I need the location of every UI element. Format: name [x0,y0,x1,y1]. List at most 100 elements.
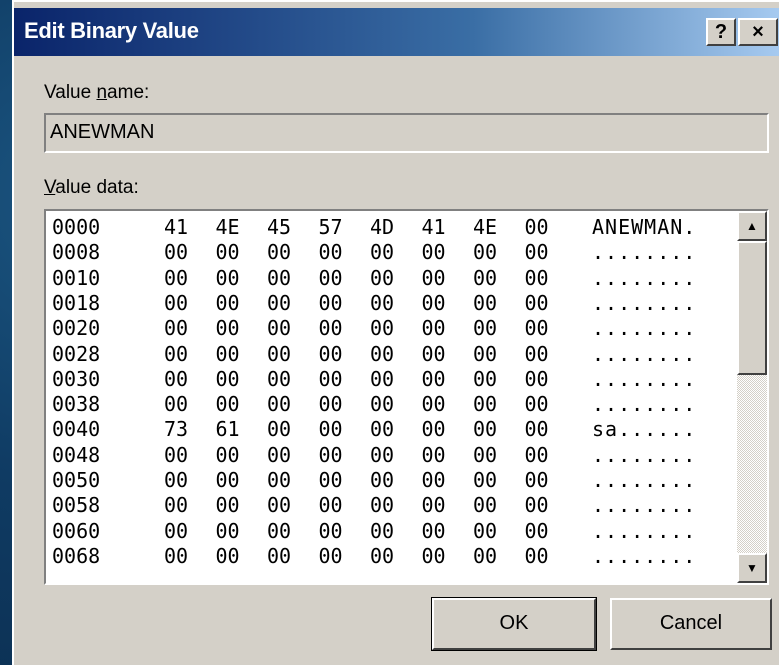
down-arrow-icon[interactable]: ▼ [737,553,767,583]
hex-row[interactable]: 0018 00 00 00 00 00 00 00 00........ [52,291,732,316]
hex-byte[interactable]: 00 [473,291,497,315]
hex-byte[interactable]: 00 [370,519,394,543]
hex-editor[interactable]: 0000 41 4E 45 57 4D 41 4E 00 ANEWMAN. 0008 00 00 00 00… [44,209,769,585]
vertical-scrollbar[interactable]: ▲ ▼ [737,211,767,583]
hex-byte[interactable]: 00 [267,367,291,391]
hex-byte[interactable]: 00 [473,544,497,568]
hex-byte[interactable]: 00 [216,544,240,568]
hex-byte[interactable]: 00 [370,367,394,391]
hex-byte[interactable]: 4D [370,215,394,239]
hex-byte[interactable]: 00 [422,367,446,391]
hex-byte[interactable]: 00 [370,493,394,517]
hex-byte[interactable]: 00 [422,519,446,543]
hex-byte[interactable]: 00 [473,493,497,517]
hex-byte[interactable]: 00 [473,443,497,467]
hex-row[interactable]: 0038 00 00 00 00 00 00 00 00........ [52,392,732,417]
title-bar[interactable]: Edit Binary Value ? × [14,8,779,56]
hex-byte[interactable]: 00 [473,240,497,264]
hex-byte[interactable]: 00 [370,266,394,290]
hex-byte[interactable]: 00 [525,392,549,416]
hex-byte[interactable]: 00 [267,443,291,467]
help-button[interactable]: ? [706,18,736,46]
hex-row[interactable]: 0058 00 00 00 00 00 00 00 00........ [52,493,732,518]
hex-byte[interactable]: 00 [267,519,291,543]
hex-byte[interactable]: 00 [319,342,343,366]
hex-row[interactable]: 0000 41 4E 45 57 4D 41 4E 00 ANEWMAN. [52,215,732,240]
hex-row[interactable]: 0008 00 00 00 00 00 00 00 00........ [52,240,732,265]
hex-byte[interactable]: 00 [267,316,291,340]
hex-ascii[interactable]: ........ [592,342,696,366]
hex-byte[interactable]: 00 [422,266,446,290]
hex-byte[interactable]: 00 [422,417,446,441]
hex-byte[interactable]: 00 [164,367,188,391]
hex-ascii[interactable]: ........ [592,443,696,467]
hex-row[interactable]: 0010 00 00 00 00 00 00 00 00........ [52,266,732,291]
hex-byte[interactable]: 00 [164,468,188,492]
ok-button[interactable]: OK [431,597,597,651]
value-name-field[interactable]: ANEWMAN [44,113,769,153]
hex-byte[interactable]: 00 [164,342,188,366]
hex-byte[interactable]: 00 [473,392,497,416]
hex-byte[interactable]: 73 [164,417,188,441]
hex-byte[interactable]: 00 [319,417,343,441]
hex-byte[interactable]: 00 [164,544,188,568]
hex-byte[interactable]: 00 [370,443,394,467]
hex-row[interactable]: 0028 00 00 00 00 00 00 00 00........ [52,342,732,367]
hex-byte[interactable]: 00 [422,468,446,492]
hex-ascii[interactable]: ........ [592,544,696,568]
hex-byte[interactable]: 00 [267,417,291,441]
hex-byte[interactable]: 00 [319,544,343,568]
hex-byte[interactable]: 00 [370,468,394,492]
hex-byte[interactable]: 00 [319,291,343,315]
hex-byte[interactable]: 00 [319,468,343,492]
hex-byte[interactable]: 00 [473,367,497,391]
hex-byte[interactable]: 00 [370,417,394,441]
hex-byte[interactable]: 00 [319,367,343,391]
hex-byte[interactable]: 00 [164,519,188,543]
hex-byte[interactable]: 00 [473,417,497,441]
hex-ascii[interactable]: ........ [592,291,696,315]
hex-byte[interactable]: 00 [216,468,240,492]
hex-byte[interactable]: 00 [164,291,188,315]
hex-row[interactable]: 0060 00 00 00 00 00 00 00 00........ [52,519,732,544]
hex-byte[interactable]: 00 [267,266,291,290]
hex-byte[interactable]: 4E [473,215,497,239]
hex-byte[interactable]: 00 [164,443,188,467]
hex-byte[interactable]: 57 [319,215,343,239]
hex-byte[interactable]: 00 [319,240,343,264]
hex-byte[interactable]: 00 [525,215,549,239]
hex-ascii[interactable]: ........ [592,367,696,391]
hex-byte[interactable]: 00 [267,493,291,517]
hex-byte[interactable]: 00 [525,316,549,340]
hex-byte[interactable]: 00 [370,291,394,315]
scroll-thumb[interactable] [737,241,767,375]
hex-row[interactable]: 0020 00 00 00 00 00 00 00 00........ [52,316,732,341]
hex-byte[interactable]: 00 [164,316,188,340]
hex-byte[interactable]: 00 [216,316,240,340]
hex-byte[interactable]: 00 [525,544,549,568]
hex-byte[interactable]: 00 [216,392,240,416]
hex-ascii[interactable]: ANEWMAN. [592,215,696,239]
hex-byte[interactable]: 00 [422,493,446,517]
hex-row[interactable]: 0048 00 00 00 00 00 00 00 00........ [52,443,732,468]
hex-byte[interactable]: 00 [164,493,188,517]
hex-row[interactable]: 0040 73 61 00 00 00 00 00 00 sa...... [52,417,732,442]
hex-byte[interactable]: 61 [216,417,240,441]
hex-byte[interactable]: 00 [525,493,549,517]
hex-byte[interactable]: 00 [525,443,549,467]
hex-byte[interactable]: 00 [422,316,446,340]
hex-row[interactable]: 0030 00 00 00 00 00 00 00 00........ [52,367,732,392]
up-arrow-icon[interactable]: ▲ [737,211,767,241]
hex-byte[interactable]: 4E [216,215,240,239]
hex-byte[interactable]: 00 [525,342,549,366]
hex-byte[interactable]: 00 [319,443,343,467]
hex-byte[interactable]: 00 [267,392,291,416]
hex-row[interactable]: 0068 00 00 00 00 00 00 00 00........ [52,544,732,569]
hex-byte[interactable]: 00 [216,493,240,517]
hex-ascii[interactable]: ........ [592,240,696,264]
hex-byte[interactable]: 00 [473,342,497,366]
hex-byte[interactable]: 00 [319,519,343,543]
hex-byte[interactable]: 41 [422,215,446,239]
hex-ascii[interactable]: ........ [592,266,696,290]
hex-ascii[interactable]: sa...... [592,417,696,441]
